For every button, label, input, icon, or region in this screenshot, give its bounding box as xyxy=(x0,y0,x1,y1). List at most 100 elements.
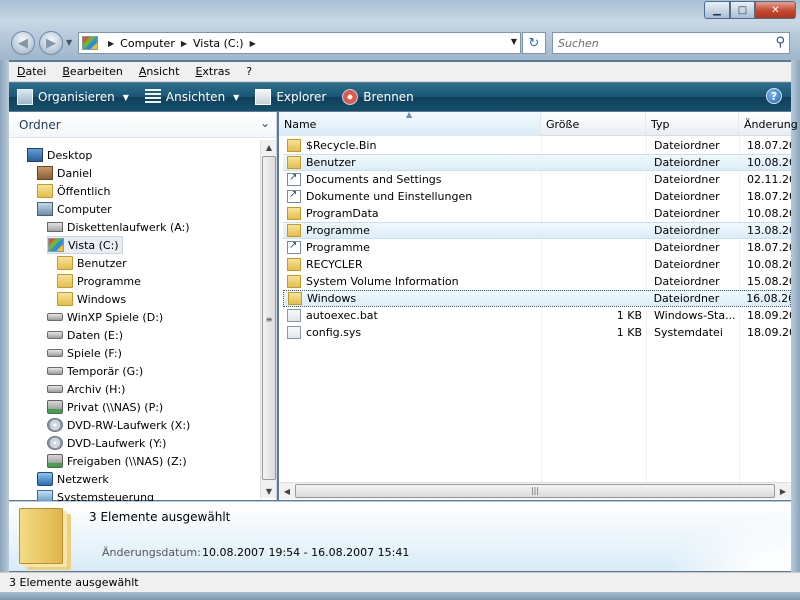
search-icon[interactable]: ⚲ xyxy=(775,35,785,50)
nav-tree-item[interactable]: Diskettenlaufwerk (A:) xyxy=(47,218,190,236)
nav-tree-item[interactable]: DVD-Laufwerk (Y:) xyxy=(47,434,166,452)
folder-stack-icon xyxy=(19,508,63,564)
menu-bearbeiten[interactable]: Bearbeiten xyxy=(54,65,130,78)
hard-drive-icon xyxy=(47,331,63,339)
minimize-button[interactable]: ▁ xyxy=(704,1,730,19)
nav-tree-item[interactable]: Computer xyxy=(37,200,112,218)
file-date: 18.09.2006 xyxy=(747,326,791,339)
search-placeholder: Suchen xyxy=(558,36,599,50)
menu-datei[interactable]: Datei xyxy=(9,65,54,78)
file-row[interactable]: Dokumente und Einstellungen Dateiordner 18… xyxy=(283,188,791,205)
address-dropdown-icon[interactable]: ▼ xyxy=(511,37,517,46)
nav-tree-item[interactable]: Freigaben (\\NAS) (Z:) xyxy=(47,452,187,470)
menu-help[interactable]: ? xyxy=(238,65,260,78)
nav-tree-item[interactable]: Daniel xyxy=(37,164,92,182)
navpane-scrollbar[interactable]: ▲ ≡ ▼ xyxy=(260,140,276,498)
recent-pages-dropdown[interactable]: ▼ xyxy=(66,38,72,47)
file-name: Windows xyxy=(307,292,357,305)
nav-tree-item[interactable]: DVD-RW-Laufwerk (X:) xyxy=(47,416,190,434)
file-type: Dateiordner xyxy=(654,258,720,271)
views-button[interactable]: Ansichten ▼ xyxy=(144,89,239,105)
nav-tree-item[interactable]: Privat (\\NAS) (P:) xyxy=(47,398,163,416)
folders-header[interactable]: Ordner ⌄ xyxy=(9,112,276,138)
nav-tree-item[interactable]: Windows xyxy=(57,290,126,308)
nav-tree-item[interactable]: Vista (C:) xyxy=(47,236,123,254)
menu-extras[interactable]: Extras xyxy=(187,65,238,78)
close-button[interactable]: ✕ xyxy=(755,1,796,19)
forward-button[interactable]: ▶ xyxy=(39,31,63,55)
breadcrumb-computer[interactable]: Computer xyxy=(120,37,175,50)
breadcrumb-vista-c[interactable]: Vista (C:) xyxy=(193,37,244,50)
organize-button[interactable]: Organisieren ▼ xyxy=(17,89,129,105)
nav-tree-item-label: Öffentlich xyxy=(57,184,111,198)
file-type: Dateiordner xyxy=(654,241,720,254)
breadcrumb-separator-icon[interactable]: ▶ xyxy=(108,39,114,48)
computer-icon xyxy=(37,202,53,216)
burn-disc-icon xyxy=(342,89,359,105)
nav-tree-item[interactable]: Temporär (G:) xyxy=(47,362,143,380)
address-bar[interactable]: ▶ Computer ▶ Vista (C:) ▶ ▼ xyxy=(78,32,521,54)
nav-tree-item[interactable]: Programme xyxy=(57,272,141,290)
file-type: Dateiordner xyxy=(653,292,720,305)
explorer-label: Explorer xyxy=(276,90,327,104)
details-date-value: 10.08.2007 19:54 - 16.08.2007 15:41 xyxy=(202,546,410,559)
burn-label: Brennen xyxy=(363,90,414,104)
nav-tree-item[interactable]: WinXP Spiele (D:) xyxy=(47,308,163,326)
windows-volume-icon xyxy=(48,238,64,252)
sort-ascending-icon: ▲ xyxy=(406,110,413,119)
nav-tree-item[interactable]: Benutzer xyxy=(57,254,127,272)
burn-button[interactable]: Brennen xyxy=(342,89,414,105)
scroll-left-icon[interactable]: ◀ xyxy=(279,484,295,498)
window-frame-right xyxy=(791,60,800,572)
back-button[interactable]: ◀ xyxy=(11,31,35,55)
file-row[interactable]: autoexec.bat 1 KB Windows-Sta... 18.09.2006 xyxy=(283,307,791,324)
column-size-label: Größe xyxy=(546,117,580,131)
nav-tree-item-label: Daten (E:) xyxy=(67,328,123,342)
scroll-up-icon[interactable]: ▲ xyxy=(261,140,277,154)
file-row[interactable]: Programme Dateiordner 13.08.2007 xyxy=(283,222,791,239)
file-row[interactable]: $Recycle.Bin Dateiordner 18.07.2007 xyxy=(283,137,791,154)
filelist-scroll-thumb[interactable]: ||| xyxy=(295,484,775,498)
nav-tree-item[interactable]: Öffentlich xyxy=(37,182,110,200)
scroll-down-icon[interactable]: ▼ xyxy=(261,484,277,498)
nav-tree-item-label: Desktop xyxy=(47,148,93,162)
file-row[interactable]: Programme Dateiordner 18.07.2007 xyxy=(283,239,791,256)
folder-icon xyxy=(288,292,302,305)
nav-tree-item[interactable]: Desktop xyxy=(27,146,92,164)
views-icon xyxy=(144,89,161,105)
file-row[interactable]: RECYCLER Dateiordner 10.08.2007 xyxy=(283,256,791,273)
column-header-date[interactable]: Änderung xyxy=(739,112,798,136)
file-row[interactable]: Benutzer Dateiordner 10.08.2007 xyxy=(283,154,791,171)
breadcrumb-separator-icon[interactable]: ▶ xyxy=(181,39,187,48)
scroll-right-icon[interactable]: ▶ xyxy=(775,484,791,498)
user-folder-icon xyxy=(37,166,53,180)
file-row[interactable]: System Volume Information Dateiordner 15.0… xyxy=(283,273,791,290)
organize-label: Organisieren xyxy=(38,90,115,104)
help-button[interactable]: ? xyxy=(766,88,782,104)
maximize-button[interactable]: □ xyxy=(730,1,755,19)
nav-tree-item[interactable]: Daten (E:) xyxy=(47,326,123,344)
file-row[interactable]: config.sys 1 KB Systemdatei 18.09.2006 xyxy=(283,324,791,341)
nav-tree-item-label: Spiele (F:) xyxy=(67,346,122,360)
filelist-horizontal-scrollbar[interactable]: ◀ ||| ▶ xyxy=(279,482,791,499)
nav-tree-item[interactable]: Archiv (H:) xyxy=(47,380,125,398)
nav-tree-item[interactable]: Spiele (F:) xyxy=(47,344,122,362)
file-type: Dateiordner xyxy=(654,173,720,186)
column-header-size[interactable]: Größe xyxy=(541,112,646,136)
column-header-name[interactable]: Name ▲ xyxy=(279,110,541,136)
search-input[interactable]: Suchen ⚲ xyxy=(552,32,790,54)
breadcrumb-separator-icon[interactable]: ▶ xyxy=(250,39,256,48)
scroll-grip-icon: ≡ xyxy=(265,314,273,324)
file-row[interactable]: ProgramData Dateiordner 10.08.2007 xyxy=(283,205,791,222)
refresh-button[interactable]: ↻ xyxy=(522,32,546,54)
explorer-button[interactable]: Explorer xyxy=(255,89,326,105)
chevron-down-icon[interactable]: ⌄ xyxy=(260,116,270,130)
nav-tree-item[interactable]: Netzwerk xyxy=(37,470,109,488)
nav-tree-item-label: Diskettenlaufwerk (A:) xyxy=(67,220,190,234)
file-name: System Volume Information xyxy=(306,275,459,288)
file-row[interactable]: Windows Dateiordner 16.08.2007 xyxy=(283,290,791,307)
navpane-scroll-thumb[interactable]: ≡ xyxy=(262,156,276,480)
column-header-type[interactable]: Typ xyxy=(646,112,739,136)
menu-ansicht[interactable]: Ansicht xyxy=(131,65,188,78)
file-row[interactable]: Documents and Settings Dateiordner 02.11.2… xyxy=(283,171,791,188)
